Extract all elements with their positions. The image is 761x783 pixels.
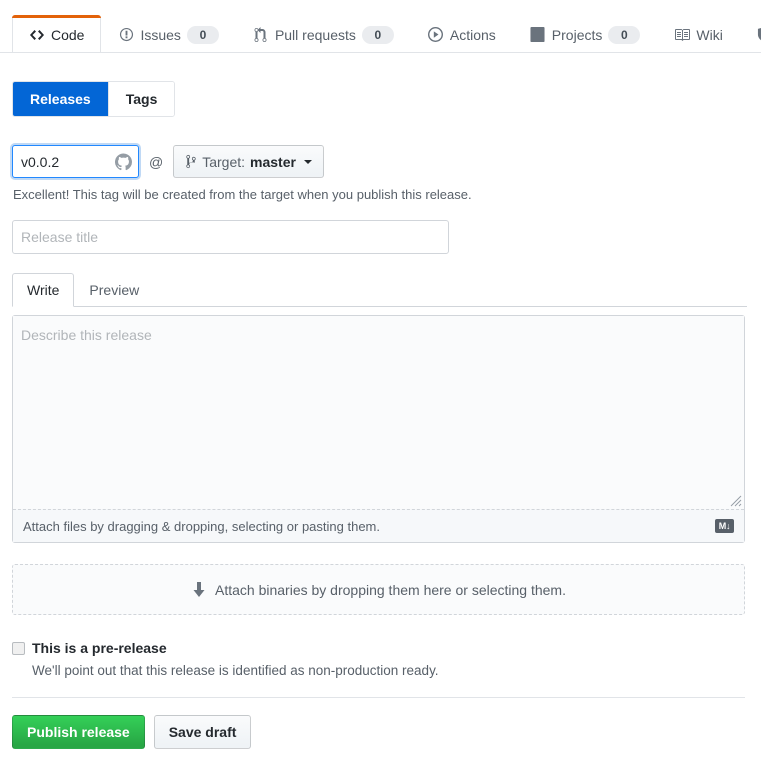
chevron-down-icon [303,159,312,164]
tab-code[interactable]: Code [12,15,102,52]
tab-code-label: Code [51,26,85,43]
target-branch-dropdown[interactable]: Target: master [173,145,324,178]
git-branch-icon [185,154,197,169]
tag-help-note: Excellent! This tag will be created from… [13,187,472,202]
play-icon [428,27,444,43]
tab-issues-label: Issues [140,26,181,43]
at-separator: @ [149,153,164,170]
tab-security[interactable]: Security [740,15,761,52]
prerelease-description: We'll point out that this release is ide… [32,662,439,678]
tab-wiki-label: Wiki [696,26,723,43]
shield-icon [757,27,761,43]
editor-mode-tabs: Write Preview [12,272,747,307]
tab-pull-requests-label: Pull requests [274,26,356,43]
prerelease-label[interactable]: This is a pre-release [32,639,439,658]
prerelease-text: This is a pre-release We'll point out th… [32,639,439,680]
publish-release-button[interactable]: Publish release [12,715,145,750]
issues-count: 0 [186,25,219,44]
tab-pull-requests[interactable]: Pull requests 0 [236,15,411,52]
code-icon [29,27,45,43]
release-body-editor: Attach files by dragging & dropping, sel… [12,315,745,543]
release-description-textarea[interactable] [13,316,744,509]
prerelease-checkbox[interactable] [12,642,25,655]
tab-preview[interactable]: Preview [74,273,154,307]
form-actions: Publish release Save draft [12,715,747,750]
release-body-area [13,316,744,509]
tab-actions[interactable]: Actions [411,15,513,52]
tab-preview-label: Preview [89,282,140,298]
subnav-item-releases[interactable]: Releases [13,82,109,116]
attach-files-hint[interactable]: Attach files by dragging & dropping, sel… [23,519,380,534]
binaries-dropzone[interactable]: Attach binaries by dropping them here or… [12,564,745,615]
tab-wiki[interactable]: Wiki [657,15,739,52]
repo-navigation: Code Issues 0 Pull requests 0 Actions Pr… [0,0,761,53]
project-icon [530,27,546,43]
binaries-dropzone-label: Attach binaries by dropping them here or… [215,581,566,598]
tab-projects[interactable]: Projects 0 [513,15,658,52]
target-prefix-label: Target: [202,153,246,170]
markdown-icon[interactable]: M↓ [715,519,734,533]
tag-target-row: @ Target: master [12,145,747,178]
issue-opened-icon [118,27,134,43]
git-pull-request-icon [253,26,269,43]
download-arrow-icon [191,581,207,599]
tab-projects-label: Projects [551,26,603,43]
save-draft-button[interactable]: Save draft [153,715,252,750]
projects-count: 0 [608,25,641,44]
tab-write[interactable]: Write [12,273,75,307]
tab-actions-label: Actions [449,26,496,43]
subnav-releases-label: Releases [30,91,91,107]
editor-footer: Attach files by dragging & dropping, sel… [13,509,744,542]
book-icon [674,27,691,43]
release-title-input[interactable] [12,220,449,254]
form-divider [12,697,745,699]
subnav-item-tags[interactable]: Tags [108,82,175,116]
pull-requests-count: 0 [361,25,394,44]
tag-version-input[interactable] [12,145,139,178]
releases-tags-subnav: Releases Tags [12,81,176,117]
prerelease-option: This is a pre-release We'll point out th… [12,639,747,680]
target-branch-value: master [250,153,296,170]
tab-issues[interactable]: Issues 0 [101,15,235,52]
tag-input-wrapper [12,145,139,178]
new-release-form: @ Target: master Excellent! This tag wil… [0,145,761,750]
tab-write-label: Write [27,282,60,298]
subnav-tags-label: Tags [125,91,158,107]
